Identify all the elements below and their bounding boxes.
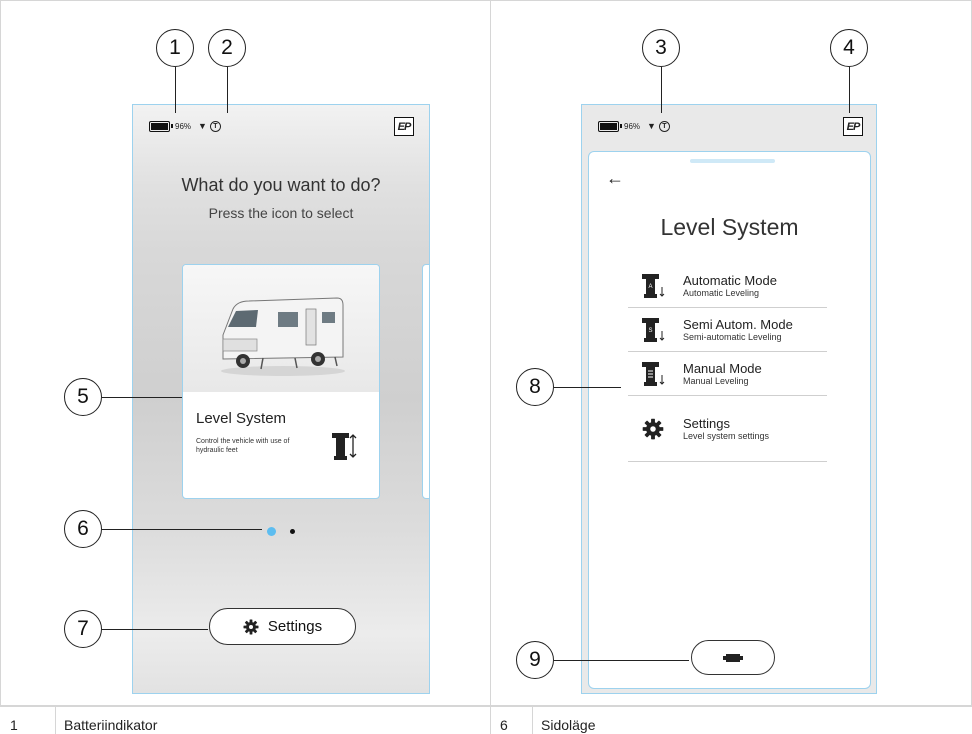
gear-icon bbox=[636, 418, 670, 440]
menu-item-label: Semi Autom. Mode bbox=[683, 316, 793, 332]
menu-item-automatic-mode[interactable]: A Automatic Mode Automatic Leveling bbox=[628, 264, 827, 308]
menu-item-sublabel: Semi-automatic Leveling bbox=[683, 331, 782, 342]
home-screen: 96% ▼ T EP What do you want to do? Press… bbox=[132, 104, 430, 694]
callout-6: 6 bbox=[64, 510, 102, 548]
settings-button-label: Settings bbox=[267, 618, 323, 635]
legend-text: Batteriindikator bbox=[56, 707, 491, 734]
menu-item-sublabel: Level system settings bbox=[683, 430, 770, 441]
callout-9: 9 bbox=[516, 641, 554, 679]
leader-line bbox=[554, 660, 689, 662]
wifi-icon: ▼ bbox=[647, 121, 656, 131]
svg-text:A: A bbox=[648, 284, 652, 290]
menu-item-semi-autom-mode[interactable]: S Semi Autom. Mode Semi-automatic Leveli… bbox=[628, 308, 827, 352]
connection-icon: T bbox=[658, 120, 670, 132]
gear-icon bbox=[243, 619, 259, 634]
sheet-grip-handle[interactable] bbox=[690, 159, 775, 163]
battery-icon bbox=[149, 120, 173, 132]
vehicle-view-button[interactable] bbox=[691, 640, 775, 675]
leader-line bbox=[102, 629, 208, 631]
menu-item-label: Manual Mode bbox=[683, 360, 762, 376]
foot-s-icon: S bbox=[636, 317, 670, 343]
battery-icon bbox=[598, 120, 622, 132]
next-card-peek[interactable] bbox=[422, 264, 429, 499]
battery-percent: 96% bbox=[624, 121, 641, 131]
leader-line bbox=[102, 397, 182, 399]
legend-table-row: 1 Batteriindikator 6 Sidoläge bbox=[0, 706, 972, 734]
vehicle-top-icon bbox=[723, 653, 743, 662]
sheet-title: Level System bbox=[660, 214, 799, 240]
menu-item-sublabel: Automatic Leveling bbox=[683, 287, 760, 298]
battery-percent: 96% bbox=[175, 121, 192, 131]
menu-item-label: Automatic Mode bbox=[683, 272, 777, 288]
callout-2: 2 bbox=[208, 29, 246, 67]
ep-logo: EP bbox=[843, 117, 863, 136]
status-bar: 96% ▼ T bbox=[133, 105, 429, 147]
leader-line bbox=[661, 67, 663, 113]
leader-line bbox=[554, 387, 621, 389]
card-title: Level System bbox=[196, 410, 287, 427]
legend-number: 6 bbox=[491, 707, 533, 734]
callout-7: 7 bbox=[64, 610, 102, 648]
menu-item-label: Settings bbox=[683, 415, 730, 431]
leader-line bbox=[227, 67, 229, 113]
callout-1: 1 bbox=[156, 29, 194, 67]
home-subtitle: Press the icon to select bbox=[208, 205, 354, 221]
card-description: Control the vehicle with use of hydrauli… bbox=[196, 438, 290, 454]
level-system-sheet: ← Level System A Automatic Mode Automati… bbox=[588, 151, 871, 689]
callout-3: 3 bbox=[642, 29, 680, 67]
svg-text:S: S bbox=[648, 328, 652, 334]
legend-text: Sidoläge bbox=[541, 717, 596, 733]
level-system-card[interactable]: Level System Control the vehicle with us… bbox=[182, 264, 380, 499]
hydraulic-foot-icon bbox=[331, 431, 357, 466]
connection-icon: T bbox=[209, 120, 221, 132]
callout-5: 5 bbox=[64, 378, 102, 416]
wifi-icon: ▼ bbox=[198, 121, 207, 131]
foot-a-icon: A bbox=[636, 273, 670, 299]
leader-line bbox=[102, 529, 262, 531]
level-system-screen: 96% ▼ T EP ← Level System A Automatic Mo… bbox=[581, 104, 877, 694]
page-dot[interactable] bbox=[290, 529, 295, 534]
leader-line bbox=[175, 67, 177, 113]
ep-logo: EP bbox=[394, 117, 414, 136]
menu-item-sublabel: Manual Leveling bbox=[683, 375, 749, 386]
back-arrow-icon[interactable]: ← bbox=[606, 168, 624, 189]
leader-line bbox=[849, 67, 851, 113]
callout-4: 4 bbox=[830, 29, 868, 67]
menu-item-settings[interactable]: Settings Level system settings bbox=[628, 396, 827, 462]
menu-item-manual-mode[interactable]: Manual Mode Manual Leveling bbox=[628, 352, 827, 396]
page-dot-active[interactable] bbox=[267, 527, 276, 536]
level-mode-menu: A Automatic Mode Automatic Leveling S Se… bbox=[628, 264, 827, 462]
legend-number: 1 bbox=[0, 707, 56, 734]
status-bar: 96% ▼ T bbox=[582, 105, 876, 147]
foot-manual-icon bbox=[636, 361, 670, 387]
home-title: What do you want to do? bbox=[181, 175, 381, 195]
callout-8: 8 bbox=[516, 368, 554, 406]
settings-button[interactable]: Settings bbox=[209, 608, 356, 645]
motorhome-image bbox=[183, 265, 379, 392]
